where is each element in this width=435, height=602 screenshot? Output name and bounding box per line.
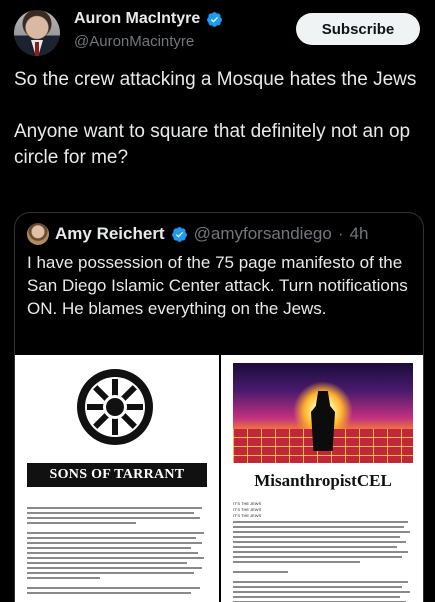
avatar-tie bbox=[35, 42, 39, 56]
quoted-text: I have possession of the 75 page manifes… bbox=[27, 253, 408, 318]
author-avatar[interactable] bbox=[14, 10, 60, 56]
document-title: SONS OF TARRANT bbox=[27, 463, 207, 487]
document-image-left[interactable]: SONS OF TARRANT bbox=[15, 355, 219, 602]
tweet-body: So the crew attacking a Mosque hates the… bbox=[14, 67, 424, 171]
document-title: MisanthropistCEL bbox=[254, 471, 392, 490]
verified-badge-icon bbox=[171, 226, 187, 242]
document-header-line: IT'S THE JEWS bbox=[233, 513, 262, 518]
document-header-lines: IT'S THE JEWS IT'S THE JEWS IT'S THE JEW… bbox=[233, 501, 415, 519]
document-text-lines bbox=[27, 507, 209, 597]
author-name-row[interactable]: Auron MacIntyre bbox=[74, 10, 223, 28]
tweet-paragraph: Anyone want to square that definitely no… bbox=[14, 121, 411, 168]
document-text-lines bbox=[233, 521, 415, 602]
document-image-right[interactable]: MisanthropistCEL IT'S THE JEWS IT'S THE … bbox=[221, 355, 423, 602]
subscribe-button[interactable]: Subscribe bbox=[296, 13, 420, 45]
quoted-tweet[interactable]: Amy Reichert @amyforsandiego · 4h I have… bbox=[14, 212, 424, 602]
author-display-name[interactable]: Auron MacIntyre bbox=[74, 10, 200, 28]
author-handle[interactable]: @AuronMacintyre bbox=[74, 33, 194, 50]
meta-separator: · bbox=[337, 224, 344, 243]
black-sun-emblem-icon bbox=[77, 369, 153, 445]
quoted-handle[interactable]: @amyforsandiego bbox=[194, 224, 332, 244]
quoted-media[interactable]: SONS OF TARRANT MisanthropistCEL IT'S TH… bbox=[15, 355, 423, 602]
quoted-author-avatar[interactable] bbox=[27, 223, 49, 245]
synthwave-figure-art bbox=[233, 363, 413, 463]
quoted-timestamp[interactable]: 4h bbox=[350, 224, 369, 244]
tweet-paragraph: So the crew attacking a Mosque hates the… bbox=[14, 69, 417, 90]
quoted-header: Amy Reichert @amyforsandiego · 4h bbox=[27, 223, 368, 245]
tweet-header: Auron MacIntyre @AuronMacintyre Subscrib… bbox=[0, 0, 435, 64]
verified-badge-icon bbox=[207, 11, 223, 27]
quoted-display-name[interactable]: Amy Reichert bbox=[55, 224, 165, 244]
